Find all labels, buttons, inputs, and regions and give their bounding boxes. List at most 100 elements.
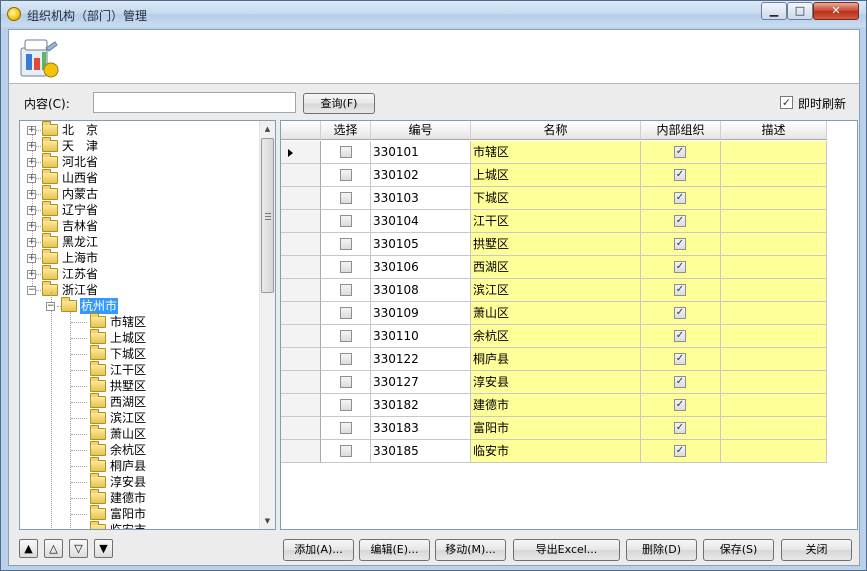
select-checkbox[interactable] — [340, 169, 352, 181]
tree-node-district[interactable]: 桐庐县 — [20, 457, 260, 474]
description-cell[interactable] — [721, 325, 827, 348]
tree-node-district[interactable]: 拱墅区 — [20, 377, 260, 394]
description-cell[interactable] — [721, 141, 827, 164]
description-cell[interactable] — [721, 279, 827, 302]
collapse-icon[interactable]: − — [46, 302, 55, 311]
description-cell[interactable] — [721, 371, 827, 394]
row-header[interactable] — [281, 233, 321, 256]
select-cell[interactable] — [321, 325, 371, 348]
name-cell[interactable]: 下城区 — [471, 187, 641, 210]
tree-node-district[interactable]: 江干区 — [20, 361, 260, 378]
tree-node-province[interactable]: − 浙江省 — [20, 281, 260, 298]
row-header[interactable] — [281, 440, 321, 463]
scroll-down-arrow-icon[interactable]: ▼ — [260, 513, 275, 529]
internal-org-checkbox[interactable]: ✓ — [674, 376, 686, 388]
tree-node-province[interactable]: + 吉林省 — [20, 217, 260, 234]
column-header[interactable]: 描述 — [721, 121, 827, 140]
description-cell[interactable] — [721, 164, 827, 187]
row-header[interactable] — [281, 256, 321, 279]
expand-icon[interactable]: + — [27, 222, 36, 231]
description-cell[interactable] — [721, 302, 827, 325]
row-header[interactable] — [281, 417, 321, 440]
internal-org-cell[interactable]: ✓ — [641, 187, 721, 210]
tree-node-province[interactable]: + 江苏省 — [20, 265, 260, 282]
select-checkbox[interactable] — [340, 284, 352, 296]
tree-node-district[interactable]: 淳安县 — [20, 473, 260, 490]
row-header[interactable] — [281, 302, 321, 325]
select-checkbox[interactable] — [340, 353, 352, 365]
org-tree[interactable]: + 北 京 + 天 津 + 河北省 + 山西省 + 内蒙古 + 辽宁省 + 吉林省 + 黑龙江 + 上海市 + 江苏省… — [19, 120, 276, 530]
tree-node-district[interactable]: 临安市 — [20, 521, 260, 529]
internal-org-checkbox[interactable]: ✓ — [674, 261, 686, 273]
expand-icon[interactable]: + — [27, 190, 36, 199]
content-search-input[interactable] — [93, 92, 296, 113]
select-checkbox[interactable] — [340, 445, 352, 457]
select-cell[interactable] — [321, 233, 371, 256]
delete-button[interactable]: 删除(D) — [626, 539, 697, 561]
move-last-button[interactable]: ▼ — [94, 539, 113, 558]
title-bar[interactable]: 组织机构（部门）管理 ▁ □ ✕ — [1, 1, 866, 27]
select-checkbox[interactable] — [340, 307, 352, 319]
description-cell[interactable] — [721, 440, 827, 463]
select-cell[interactable] — [321, 210, 371, 233]
internal-org-cell[interactable]: ✓ — [641, 279, 721, 302]
name-cell[interactable]: 淳安县 — [471, 371, 641, 394]
move-button[interactable]: 移动(M)... — [435, 539, 506, 561]
select-checkbox[interactable] — [340, 422, 352, 434]
select-checkbox[interactable] — [340, 238, 352, 250]
expand-icon[interactable]: + — [27, 254, 36, 263]
internal-org-checkbox[interactable]: ✓ — [674, 307, 686, 319]
internal-org-cell[interactable]: ✓ — [641, 164, 721, 187]
name-cell[interactable]: 滨江区 — [471, 279, 641, 302]
tree-node-province[interactable]: + 山西省 — [20, 169, 260, 186]
description-cell[interactable] — [721, 233, 827, 256]
tree-node-province[interactable]: + 河北省 — [20, 153, 260, 170]
select-checkbox[interactable] — [340, 261, 352, 273]
name-cell[interactable]: 余杭区 — [471, 325, 641, 348]
tree-node-district[interactable]: 建德市 — [20, 489, 260, 506]
collapse-icon[interactable]: − — [27, 286, 36, 295]
minimize-button[interactable]: ▁ — [761, 2, 787, 20]
name-cell[interactable]: 上城区 — [471, 164, 641, 187]
tree-node-district[interactable]: 余杭区 — [20, 441, 260, 458]
column-header[interactable]: 选择 — [321, 121, 371, 140]
tree-node-district[interactable]: 滨江区 — [20, 409, 260, 426]
select-cell[interactable] — [321, 256, 371, 279]
name-cell[interactable]: 江干区 — [471, 210, 641, 233]
scroll-up-arrow-icon[interactable]: ▲ — [260, 121, 275, 137]
maximize-button[interactable]: □ — [787, 2, 813, 20]
select-checkbox[interactable] — [340, 399, 352, 411]
expand-icon[interactable]: + — [27, 142, 36, 151]
row-header[interactable] — [281, 325, 321, 348]
move-first-button[interactable]: ▲ — [19, 539, 38, 558]
row-header[interactable] — [281, 187, 321, 210]
expand-icon[interactable]: + — [27, 158, 36, 167]
tree-node-city[interactable]: − 杭州市 — [20, 297, 260, 315]
save-button[interactable]: 保存(S) — [703, 539, 774, 561]
row-header[interactable] — [281, 210, 321, 233]
search-button[interactable]: 查询(F) — [303, 93, 375, 114]
internal-org-checkbox[interactable]: ✓ — [674, 284, 686, 296]
column-header[interactable]: 内部组织 — [641, 121, 721, 140]
select-cell[interactable] — [321, 187, 371, 210]
tree-node-province[interactable]: + 内蒙古 — [20, 185, 260, 202]
tree-node-district[interactable]: 市辖区 — [20, 313, 260, 330]
name-cell[interactable]: 西湖区 — [471, 256, 641, 279]
tree-node-district[interactable]: 西湖区 — [20, 393, 260, 410]
internal-org-checkbox[interactable]: ✓ — [674, 445, 686, 457]
internal-org-checkbox[interactable]: ✓ — [674, 192, 686, 204]
internal-org-checkbox[interactable]: ✓ — [674, 169, 686, 181]
description-cell[interactable] — [721, 187, 827, 210]
select-cell[interactable] — [321, 141, 371, 164]
internal-org-cell[interactable]: ✓ — [641, 141, 721, 164]
select-cell[interactable] — [321, 440, 371, 463]
expand-icon[interactable]: + — [27, 174, 36, 183]
select-cell[interactable] — [321, 371, 371, 394]
internal-org-cell[interactable]: ✓ — [641, 371, 721, 394]
internal-org-checkbox[interactable]: ✓ — [674, 146, 686, 158]
name-cell[interactable]: 桐庐县 — [471, 348, 641, 371]
tree-node-district[interactable]: 萧山区 — [20, 425, 260, 442]
internal-org-cell[interactable]: ✓ — [641, 233, 721, 256]
tree-node-province[interactable]: + 天 津 — [20, 137, 260, 154]
row-header[interactable] — [281, 279, 321, 302]
